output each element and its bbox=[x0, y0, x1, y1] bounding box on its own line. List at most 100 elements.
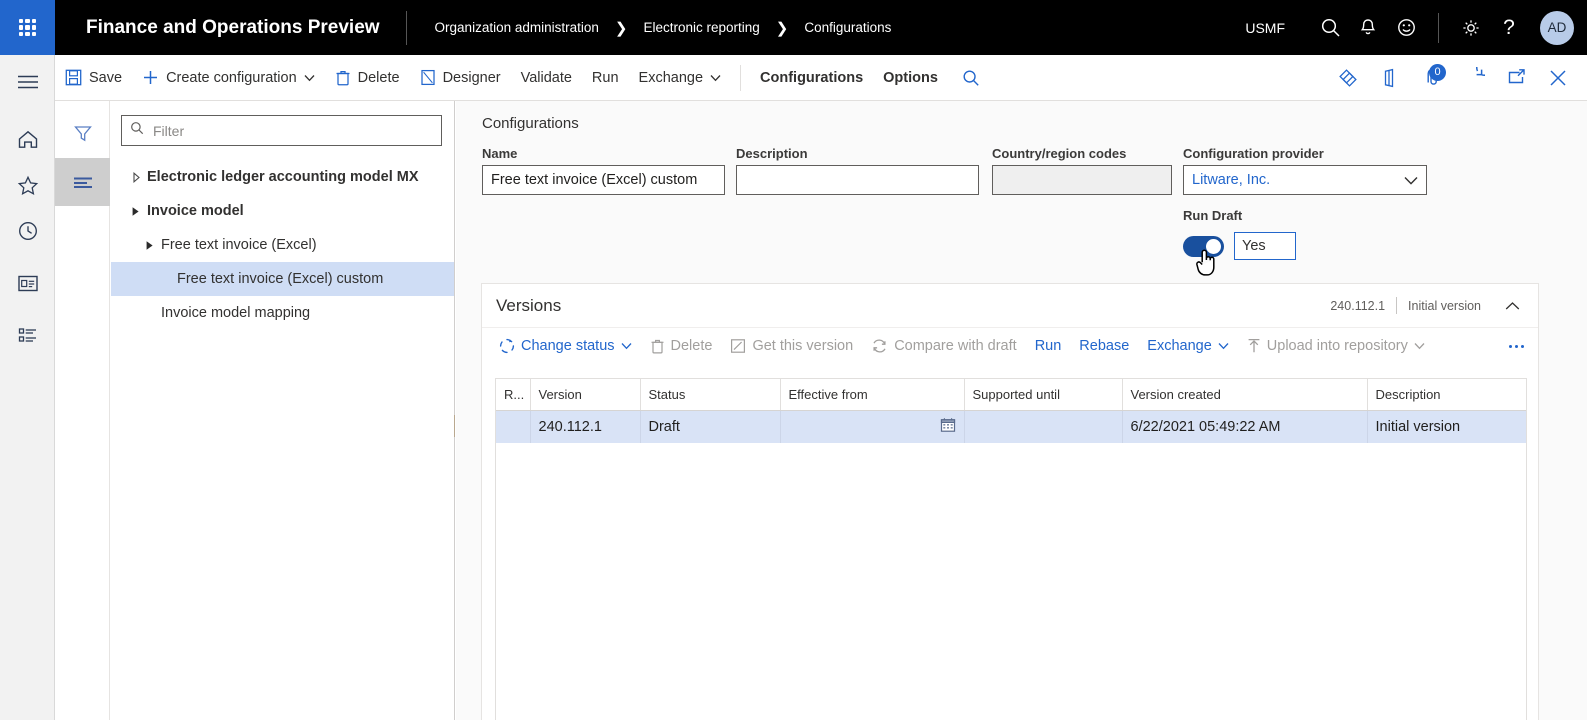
tree-panel-body: Electronic ledger accounting model MX In… bbox=[111, 101, 454, 720]
hamburger-menu-icon[interactable] bbox=[0, 59, 55, 105]
chevron-down-icon bbox=[1218, 342, 1229, 350]
search-icon[interactable] bbox=[1311, 0, 1349, 55]
search-icon[interactable] bbox=[948, 55, 990, 101]
settings-gear-icon[interactable] bbox=[1452, 0, 1490, 55]
chevron-right-collapsed-icon[interactable] bbox=[125, 171, 147, 183]
tab-configurations[interactable]: Configurations bbox=[750, 55, 873, 101]
tree-lines-icon[interactable] bbox=[55, 158, 110, 206]
app-launcher-icon[interactable] bbox=[0, 0, 55, 55]
country-region-codes-input[interactable] bbox=[992, 165, 1172, 195]
tree-node-label: Invoice model mapping bbox=[161, 305, 311, 321]
chevron-expanded-icon[interactable] bbox=[139, 240, 161, 251]
save-disk-icon bbox=[65, 69, 82, 86]
breadcrumb-item-org-admin[interactable]: Organization administration bbox=[435, 20, 599, 35]
column-header-effective-from[interactable]: Effective from bbox=[780, 379, 965, 411]
tree-node-invoice-model[interactable]: Invoice model bbox=[111, 194, 454, 228]
cell-status[interactable]: Draft bbox=[640, 410, 781, 443]
tree-panel: Electronic ledger accounting model MX In… bbox=[55, 101, 455, 720]
column-header-r[interactable]: R... bbox=[496, 379, 531, 411]
table-row[interactable]: 240.112.1 Draft 6/22/2021 05:49:22 AM In… bbox=[496, 410, 1526, 443]
table-header-row: R... Version Status Effective from Suppo… bbox=[496, 379, 1526, 411]
column-header-status[interactable]: Status bbox=[640, 379, 781, 411]
help-question-icon[interactable]: ? bbox=[1490, 0, 1528, 55]
column-header-version[interactable]: Version bbox=[530, 379, 641, 411]
home-icon[interactable] bbox=[0, 116, 55, 162]
run-button[interactable]: Run bbox=[582, 55, 629, 101]
tab-options[interactable]: Options bbox=[873, 55, 948, 101]
avatar[interactable]: AD bbox=[1540, 10, 1574, 45]
attachments-diamond-icon[interactable] bbox=[1327, 55, 1369, 101]
main-content: Configurations Name Description Country/… bbox=[456, 101, 1587, 720]
refresh-circle-icon[interactable] bbox=[1453, 55, 1495, 101]
run-draft-toggle[interactable] bbox=[1183, 235, 1224, 276]
modules-list-icon[interactable] bbox=[0, 312, 55, 358]
versions-grid: R... Version Status Effective from Suppo… bbox=[495, 378, 1527, 720]
delete-button[interactable]: Delete bbox=[325, 55, 410, 101]
star-favorites-icon[interactable] bbox=[0, 162, 55, 208]
run-draft-value-input[interactable] bbox=[1234, 232, 1296, 260]
column-header-version-created[interactable]: Version created bbox=[1122, 379, 1368, 411]
field-country-region-codes: Country/region codes bbox=[992, 146, 1172, 260]
more-ellipsis-icon[interactable] bbox=[1495, 344, 1538, 348]
validate-label: Validate bbox=[520, 69, 572, 86]
attachment-clip-icon[interactable]: 0 bbox=[1411, 55, 1453, 101]
breadcrumb-item-configurations[interactable]: Configurations bbox=[804, 20, 891, 35]
cell-version[interactable]: 240.112.1 bbox=[530, 410, 641, 443]
name-input[interactable] bbox=[482, 165, 725, 195]
filter-box[interactable] bbox=[121, 115, 442, 146]
cell-version-created[interactable]: 6/22/2021 05:49:22 AM bbox=[1122, 410, 1368, 443]
versions-header-version: 240.112.1 bbox=[1330, 298, 1386, 313]
company-selector[interactable]: USMF bbox=[1245, 20, 1285, 36]
get-this-version-label: Get this version bbox=[752, 338, 854, 354]
notifications-bell-icon[interactable] bbox=[1349, 0, 1387, 55]
validate-button[interactable]: Validate bbox=[511, 55, 582, 101]
field-country-region-label: Country/region codes bbox=[992, 146, 1127, 161]
upload-into-repository-button: Upload into repository bbox=[1238, 328, 1434, 364]
field-configuration-provider: Configuration provider Run Draft bbox=[1183, 146, 1427, 276]
office-open-in-icon[interactable] bbox=[1369, 55, 1411, 101]
save-button[interactable]: Save bbox=[55, 55, 132, 101]
configuration-provider-input[interactable] bbox=[1183, 165, 1427, 195]
clock-recent-icon[interactable] bbox=[0, 208, 55, 254]
chevron-expanded-icon[interactable] bbox=[125, 206, 147, 217]
description-input[interactable] bbox=[736, 165, 979, 195]
designer-page-icon bbox=[420, 69, 436, 86]
tree-node-invoice-model-mapping[interactable]: Invoice model mapping bbox=[111, 296, 454, 330]
tree-node-electronic-ledger-accounting-model-mx[interactable]: Electronic ledger accounting model MX bbox=[111, 160, 454, 194]
tab-options-label: Options bbox=[883, 69, 938, 86]
breadcrumb-separator-icon: ❯ bbox=[614, 19, 628, 37]
versions-delete-button: Delete bbox=[641, 328, 722, 364]
change-status-button[interactable]: Change status bbox=[490, 328, 641, 364]
cell-supported-until[interactable] bbox=[964, 410, 1123, 443]
versions-run-button[interactable]: Run bbox=[1026, 328, 1071, 364]
designer-button[interactable]: Designer bbox=[410, 55, 511, 101]
workspaces-icon[interactable] bbox=[0, 260, 55, 306]
cell-row-marker bbox=[496, 410, 531, 443]
field-name: Name bbox=[482, 146, 725, 260]
filter-input[interactable] bbox=[151, 121, 433, 140]
popout-window-icon[interactable] bbox=[1495, 55, 1537, 101]
close-x-icon[interactable] bbox=[1537, 55, 1579, 101]
versions-exchange-button[interactable]: Exchange bbox=[1138, 328, 1238, 364]
versions-card: Versions 240.112.1 Initial version Chang… bbox=[481, 283, 1539, 720]
exchange-button[interactable]: Exchange bbox=[629, 55, 732, 101]
run-draft-control bbox=[1183, 232, 1427, 276]
versions-title: Versions bbox=[496, 295, 562, 315]
column-header-supported-until[interactable]: Supported until bbox=[964, 379, 1123, 411]
filter-funnel-icon[interactable] bbox=[55, 110, 110, 158]
tree-node-free-text-invoice-excel[interactable]: Free text invoice (Excel) bbox=[111, 228, 454, 262]
cell-effective-from[interactable] bbox=[780, 410, 965, 443]
column-header-description[interactable]: Description bbox=[1367, 379, 1526, 411]
feedback-smiley-icon[interactable] bbox=[1387, 0, 1425, 55]
tree-node-free-text-invoice-excel-custom[interactable]: Free text invoice (Excel) custom bbox=[111, 262, 454, 296]
create-configuration-button[interactable]: Create configuration bbox=[132, 55, 325, 101]
chevron-up-icon[interactable] bbox=[1492, 301, 1526, 311]
top-bar-right-cluster: USMF ? AD bbox=[1245, 0, 1587, 55]
field-configuration-provider-label: Configuration provider bbox=[1183, 146, 1324, 161]
breadcrumb-item-electronic-reporting[interactable]: Electronic reporting bbox=[643, 20, 759, 35]
cell-description[interactable]: Initial version bbox=[1367, 410, 1526, 443]
configurations-header: Configurations Name Description Country/… bbox=[456, 101, 1587, 276]
rebase-button[interactable]: Rebase bbox=[1070, 328, 1138, 364]
exchange-label: Exchange bbox=[638, 69, 704, 86]
calendar-icon[interactable] bbox=[940, 417, 956, 437]
